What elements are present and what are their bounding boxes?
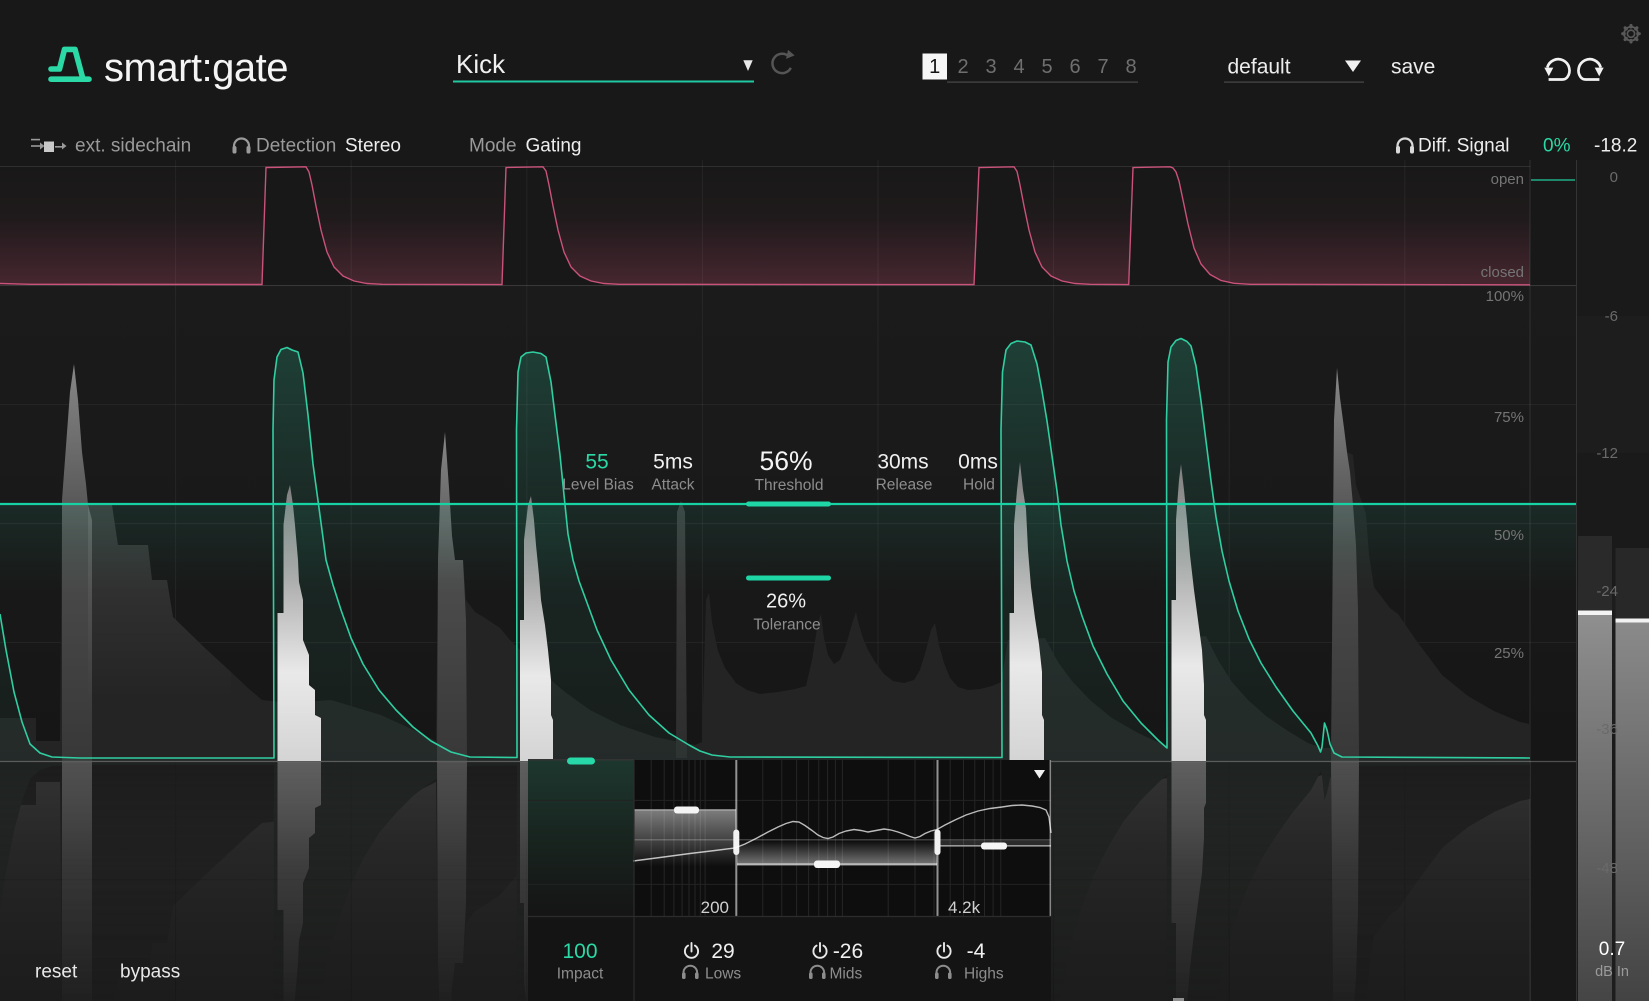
svg-text:-36: -36 bbox=[1596, 721, 1618, 738]
svg-text:reset: reset bbox=[35, 962, 78, 983]
svg-text:closed: closed bbox=[1481, 264, 1524, 281]
svg-text:75%: 75% bbox=[1494, 409, 1524, 426]
svg-text:Highs: Highs bbox=[964, 966, 1004, 983]
svg-text:bypass: bypass bbox=[120, 962, 180, 983]
svg-text:ext. sidechain: ext. sidechain bbox=[75, 136, 191, 157]
svg-text:Lows: Lows bbox=[705, 966, 741, 983]
svg-text:Attack: Attack bbox=[651, 477, 694, 494]
svg-text:Impact: Impact bbox=[557, 966, 604, 983]
svg-text:dB In: dB In bbox=[1595, 964, 1629, 980]
svg-text:200: 200 bbox=[701, 898, 729, 917]
svg-text:Detection: Detection bbox=[256, 136, 336, 157]
svg-text:4: 4 bbox=[1013, 56, 1024, 78]
svg-text:-12: -12 bbox=[1596, 445, 1618, 462]
svg-text:5: 5 bbox=[1041, 56, 1052, 78]
svg-text:Diff. Signal: Diff. Signal bbox=[1418, 136, 1510, 157]
svg-text:30ms: 30ms bbox=[877, 451, 928, 474]
svg-text:Mode: Mode bbox=[469, 136, 517, 157]
svg-text:-24: -24 bbox=[1596, 583, 1618, 600]
svg-text:-18.2: -18.2 bbox=[1594, 136, 1637, 157]
svg-text:8: 8 bbox=[1125, 56, 1136, 78]
svg-text:Gating: Gating bbox=[526, 136, 582, 157]
svg-text:Level Bias: Level Bias bbox=[562, 477, 634, 494]
svg-text:50%: 50% bbox=[1494, 527, 1524, 544]
svg-text:0%: 0% bbox=[1543, 136, 1571, 157]
svg-text:Threshold: Threshold bbox=[755, 477, 824, 494]
svg-text:-6: -6 bbox=[1605, 308, 1618, 325]
svg-text:Release: Release bbox=[876, 477, 933, 494]
svg-text:-48: -48 bbox=[1596, 860, 1618, 877]
svg-text:Hold: Hold bbox=[963, 477, 995, 494]
svg-text:5ms: 5ms bbox=[653, 451, 693, 474]
svg-text:default: default bbox=[1228, 56, 1291, 79]
svg-text:56%: 56% bbox=[759, 446, 812, 476]
svg-text:-26: -26 bbox=[833, 940, 863, 963]
svg-text:smart:gate: smart:gate bbox=[104, 46, 288, 90]
svg-text:55: 55 bbox=[585, 451, 608, 474]
svg-text:3: 3 bbox=[985, 56, 996, 78]
svg-text:Mids: Mids bbox=[830, 966, 863, 983]
svg-text:4.2k: 4.2k bbox=[948, 898, 981, 917]
svg-text:Kick: Kick bbox=[456, 49, 506, 79]
svg-text:1: 1 bbox=[929, 56, 940, 78]
svg-text:100%: 100% bbox=[1486, 288, 1524, 305]
svg-text:save: save bbox=[1391, 56, 1435, 79]
svg-text:26%: 26% bbox=[766, 591, 806, 613]
svg-text:25%: 25% bbox=[1494, 645, 1524, 662]
svg-text:0ms: 0ms bbox=[958, 451, 998, 474]
svg-text:100: 100 bbox=[562, 940, 597, 963]
svg-text:7: 7 bbox=[1097, 56, 1108, 78]
svg-text:open: open bbox=[1491, 171, 1524, 188]
svg-text:6: 6 bbox=[1069, 56, 1080, 78]
svg-text:0.7: 0.7 bbox=[1599, 939, 1625, 960]
svg-text:2: 2 bbox=[957, 56, 968, 78]
svg-text:Stereo: Stereo bbox=[345, 136, 401, 157]
svg-text:Tolerance: Tolerance bbox=[753, 617, 820, 634]
svg-text:0: 0 bbox=[1610, 169, 1618, 186]
svg-text:29: 29 bbox=[711, 940, 734, 963]
svg-text:-4: -4 bbox=[967, 940, 986, 963]
